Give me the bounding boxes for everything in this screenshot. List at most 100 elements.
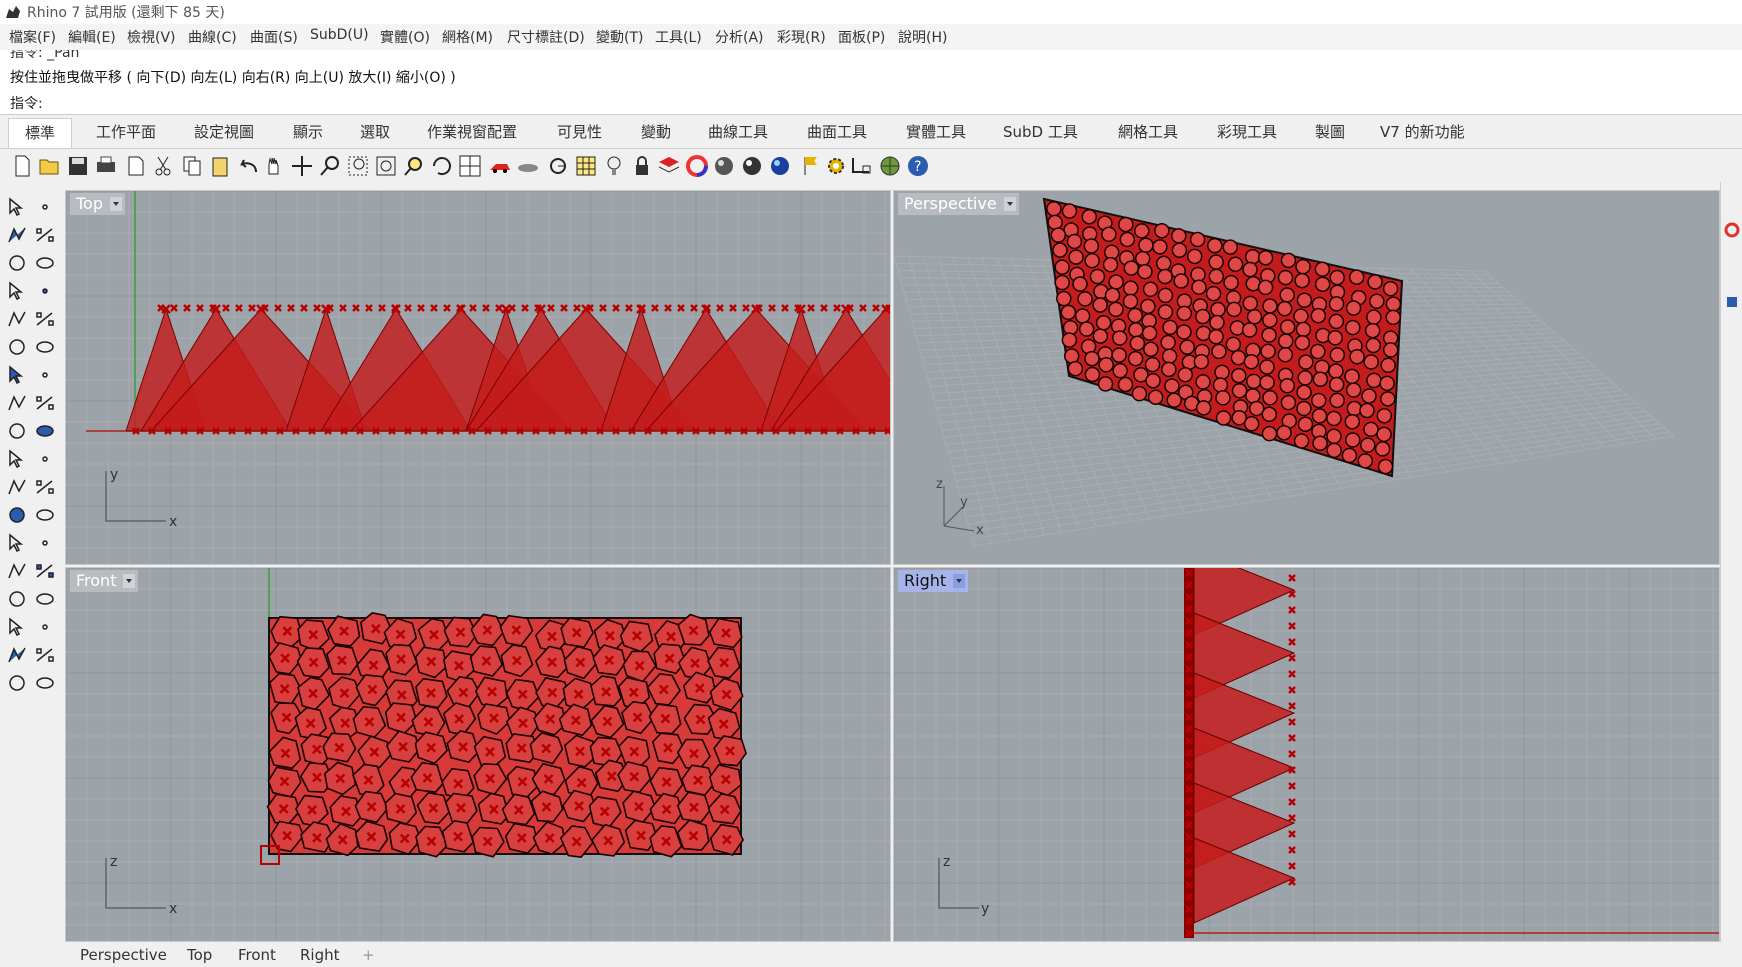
rectangle-icon[interactable] bbox=[34, 280, 56, 302]
color-wheel-icon[interactable] bbox=[685, 154, 709, 178]
tab-transform[interactable]: 變動 bbox=[639, 118, 673, 147]
check-icon[interactable] bbox=[34, 644, 56, 666]
car-icon[interactable] bbox=[488, 154, 512, 178]
menu-analyze[interactable]: 分析(A) bbox=[715, 27, 764, 47]
shaded-sphere-icon[interactable] bbox=[712, 154, 736, 178]
print-icon[interactable] bbox=[94, 154, 118, 178]
menu-edit[interactable]: 編輯(E) bbox=[68, 27, 116, 47]
circle-select-icon[interactable] bbox=[546, 154, 570, 178]
zoom-window-icon[interactable] bbox=[346, 154, 370, 178]
new-icon[interactable] bbox=[10, 154, 34, 178]
offset-icon[interactable] bbox=[6, 504, 28, 526]
arc-icon[interactable] bbox=[6, 308, 28, 330]
grid-snap-icon[interactable] bbox=[6, 616, 28, 638]
tab-set-view[interactable]: 設定視圖 bbox=[192, 118, 256, 147]
dimension-icon[interactable] bbox=[850, 154, 874, 178]
trim-icon[interactable] bbox=[34, 420, 56, 442]
lock-icon[interactable] bbox=[630, 154, 654, 178]
grid-icon[interactable] bbox=[574, 154, 598, 178]
four-viewports-icon[interactable] bbox=[458, 154, 482, 178]
command-input[interactable] bbox=[50, 93, 1650, 112]
material-icon[interactable] bbox=[34, 672, 56, 694]
tab-curve-tools[interactable]: 曲線工具 bbox=[706, 118, 770, 147]
tab-viewport-layout[interactable]: 作業視窗配置 bbox=[425, 118, 519, 147]
tab-right[interactable]: Right bbox=[300, 946, 340, 964]
viewport-title-perspective[interactable]: Perspective bbox=[898, 193, 1019, 215]
globe-icon[interactable] bbox=[878, 154, 902, 178]
cut-icon[interactable] bbox=[152, 154, 176, 178]
add-viewport-icon[interactable]: + bbox=[362, 946, 375, 964]
layer-icon[interactable] bbox=[657, 154, 681, 178]
align-icon[interactable] bbox=[34, 560, 56, 582]
tab-mesh-tools[interactable]: 網格工具 bbox=[1116, 118, 1180, 147]
color-wheel-icon[interactable] bbox=[1724, 222, 1740, 238]
tab-select[interactable]: 選取 bbox=[358, 118, 392, 147]
tab-v7-new[interactable]: V7 的新功能 bbox=[1378, 118, 1467, 147]
tab-cplanes[interactable]: 工作平面 bbox=[94, 118, 158, 147]
plane-icon[interactable] bbox=[516, 154, 540, 178]
loft-icon[interactable] bbox=[34, 336, 56, 358]
move-view-icon[interactable] bbox=[290, 154, 314, 178]
viewport-right[interactable]: Right z y bbox=[893, 567, 1720, 942]
flag-icon[interactable] bbox=[800, 154, 824, 178]
explode-icon[interactable] bbox=[6, 420, 28, 442]
menu-dimension[interactable]: 尺寸標註(D) bbox=[507, 27, 585, 47]
right-panel-collapsed[interactable] bbox=[1720, 182, 1742, 942]
box-icon[interactable] bbox=[6, 364, 28, 386]
viewport-menu-icon[interactable] bbox=[953, 574, 966, 588]
menu-panels[interactable]: 面板(P) bbox=[838, 27, 885, 47]
circle-icon[interactable] bbox=[6, 252, 28, 274]
blend-icon[interactable] bbox=[34, 504, 56, 526]
tab-visibility[interactable]: 可見性 bbox=[555, 118, 604, 147]
surface-icon[interactable] bbox=[6, 336, 28, 358]
menu-help[interactable]: 說明(H) bbox=[898, 27, 947, 47]
menu-solid[interactable]: 實體(O) bbox=[380, 27, 430, 47]
tab-perspective[interactable]: Perspective bbox=[80, 946, 167, 964]
zoom-selected-icon[interactable] bbox=[402, 154, 426, 178]
viewport-title-front[interactable]: Front bbox=[70, 570, 139, 592]
tab-top[interactable]: Top bbox=[187, 946, 212, 964]
extrude-icon[interactable] bbox=[6, 392, 28, 414]
tab-display[interactable]: 顯示 bbox=[291, 118, 325, 147]
join-icon[interactable] bbox=[34, 448, 56, 470]
tab-render-tools[interactable]: 彩現工具 bbox=[1215, 118, 1279, 147]
ellipse-icon[interactable] bbox=[34, 252, 56, 274]
history-icon[interactable] bbox=[6, 644, 28, 666]
polygon-icon[interactable] bbox=[6, 280, 28, 302]
menu-view[interactable]: 檢視(V) bbox=[127, 27, 176, 47]
undo-icon[interactable] bbox=[236, 154, 260, 178]
rendered-sphere-icon[interactable] bbox=[740, 154, 764, 178]
tab-surface-tools[interactable]: 曲面工具 bbox=[805, 118, 869, 147]
text-icon[interactable] bbox=[6, 532, 28, 554]
array-icon[interactable] bbox=[6, 560, 28, 582]
plane-surface-icon[interactable] bbox=[34, 392, 56, 414]
menu-curve[interactable]: 曲線(C) bbox=[188, 27, 237, 47]
polyline-icon[interactable] bbox=[6, 224, 28, 246]
boolean-icon[interactable] bbox=[6, 476, 28, 498]
viewport-front[interactable]: Front z x bbox=[65, 567, 891, 942]
zoom-icon[interactable] bbox=[318, 154, 342, 178]
help-icon[interactable]: ? bbox=[906, 154, 930, 178]
tab-front[interactable]: Front bbox=[238, 946, 276, 964]
menu-subd[interactable]: SubD(U) bbox=[310, 27, 369, 43]
viewport-menu-icon[interactable] bbox=[110, 197, 122, 211]
copy-icon[interactable] bbox=[180, 154, 204, 178]
select-icon[interactable] bbox=[6, 196, 28, 218]
menu-transform[interactable]: 變動(T) bbox=[596, 27, 643, 47]
viewport-title-right[interactable]: Right bbox=[898, 570, 969, 592]
open-icon[interactable] bbox=[38, 154, 62, 178]
layer-stack-icon[interactable] bbox=[34, 588, 56, 610]
tab-solid-tools[interactable]: 實體工具 bbox=[904, 118, 968, 147]
tab-subd-tools[interactable]: SubD 工具 bbox=[1001, 118, 1080, 147]
blue-sphere-icon[interactable] bbox=[768, 154, 792, 178]
zoom-extents-icon[interactable] bbox=[374, 154, 398, 178]
viewport-menu-icon[interactable] bbox=[1003, 197, 1016, 211]
viewport-title-top[interactable]: Top bbox=[70, 193, 125, 215]
dimension-icon[interactable] bbox=[34, 532, 56, 554]
menu-surface[interactable]: 曲面(S) bbox=[250, 27, 298, 47]
viewport-perspective[interactable]: Perspective z y x bbox=[893, 190, 1720, 565]
tab-drafting[interactable]: 製圖 bbox=[1313, 118, 1347, 147]
import-icon[interactable] bbox=[124, 154, 148, 178]
render-icon[interactable] bbox=[6, 672, 28, 694]
sphere-icon[interactable] bbox=[34, 364, 56, 386]
